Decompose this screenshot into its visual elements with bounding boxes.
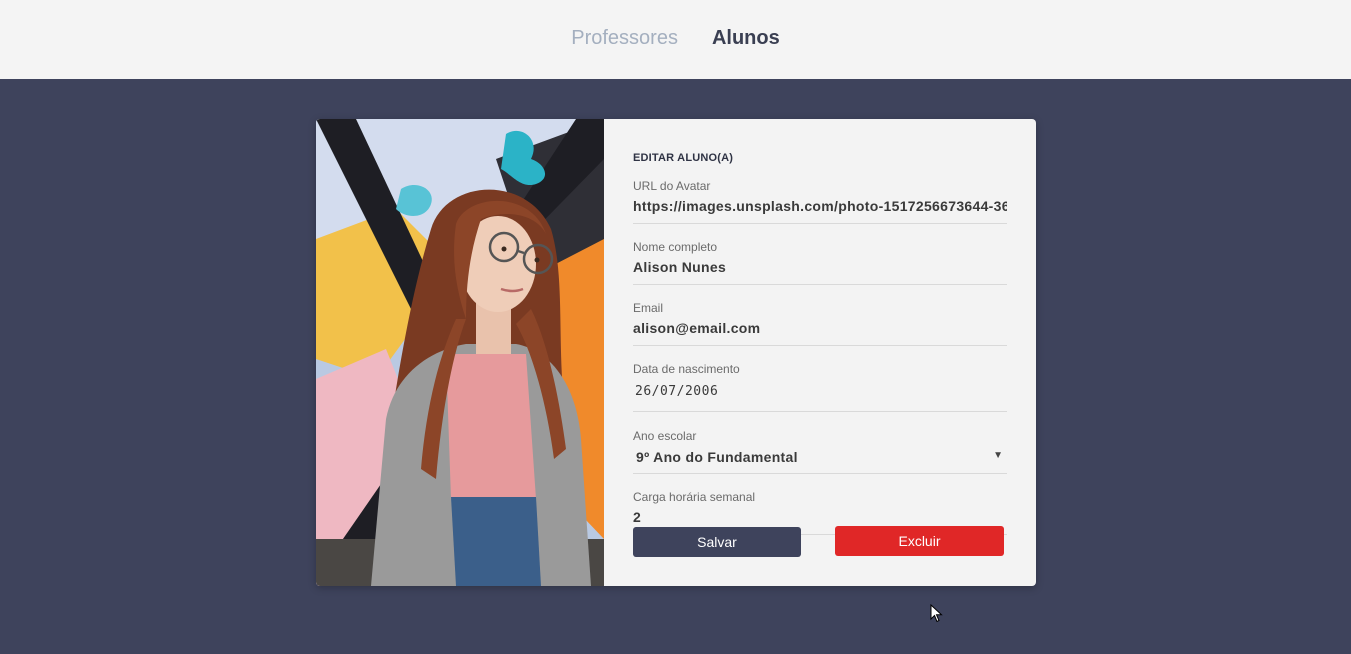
school-year-selected-value: 9º Ano do Fundamental bbox=[636, 449, 798, 465]
full-name-input[interactable] bbox=[633, 259, 1007, 275]
weekly-hours-input[interactable] bbox=[633, 509, 1007, 525]
form-title: EDITAR ALUNO(A) bbox=[633, 152, 734, 164]
email-input[interactable] bbox=[633, 320, 1007, 336]
edit-student-form: EDITAR ALUNO(A) URL do Avatar Nome compl… bbox=[604, 119, 1036, 586]
weekly-hours-label: Carga horária semanal bbox=[633, 490, 756, 504]
email-label: Email bbox=[633, 301, 664, 315]
full-name-label: Nome completo bbox=[633, 240, 718, 254]
save-button[interactable]: Salvar bbox=[633, 527, 801, 557]
school-year-select[interactable]: 9º Ano do Fundamental ▼ bbox=[633, 448, 1007, 466]
form-actions: Salvar Excluir bbox=[633, 526, 1004, 557]
email-field: Email bbox=[633, 301, 1007, 346]
birth-date-input[interactable]: 26/07/2006 bbox=[633, 381, 1007, 403]
school-year-field: Ano escolar 9º Ano do Fundamental ▼ bbox=[633, 429, 1007, 474]
top-nav: Professores Alunos bbox=[0, 0, 1351, 79]
avatar-url-label: URL do Avatar bbox=[633, 179, 711, 193]
nav-link-alunos[interactable]: Alunos bbox=[712, 27, 780, 50]
birth-date-field: Data de nascimento 26/07/2006 bbox=[633, 362, 1007, 412]
chevron-down-icon: ▼ bbox=[993, 450, 1003, 461]
nav-link-professores[interactable]: Professores bbox=[571, 27, 678, 50]
delete-button[interactable]: Excluir bbox=[835, 526, 1004, 556]
school-year-label: Ano escolar bbox=[633, 429, 697, 443]
avatar-url-input[interactable] bbox=[633, 198, 1007, 214]
full-name-field: Nome completo bbox=[633, 240, 1007, 285]
mouse-pointer-icon bbox=[930, 604, 943, 623]
student-avatar-image bbox=[316, 119, 604, 586]
avatar-url-field: URL do Avatar bbox=[633, 179, 1007, 224]
edit-student-card: EDITAR ALUNO(A) URL do Avatar Nome compl… bbox=[316, 119, 1036, 586]
birth-date-label: Data de nascimento bbox=[633, 362, 740, 376]
